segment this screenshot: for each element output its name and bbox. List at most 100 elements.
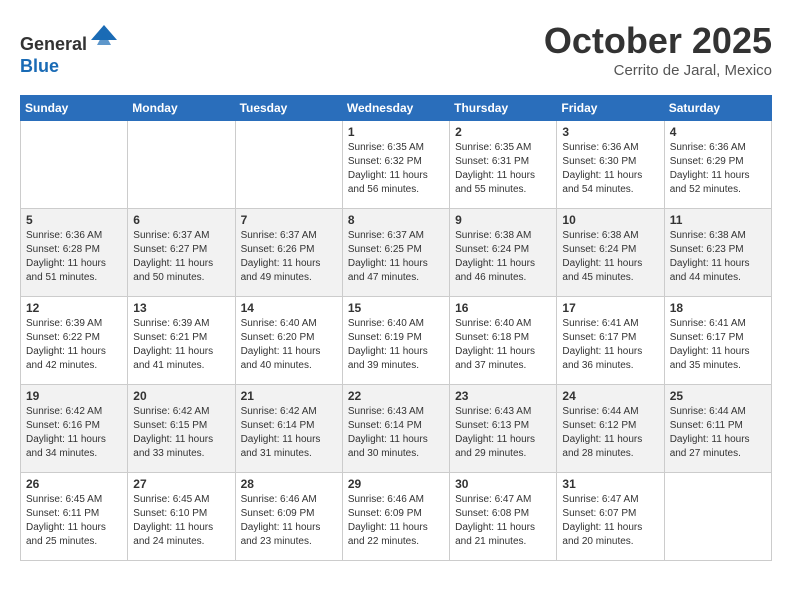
day-number: 31 [562,477,658,491]
weekday-header-row: SundayMondayTuesdayWednesdayThursdayFrid… [21,96,772,121]
day-cell: 12 Sunrise: 6:39 AMSunset: 6:22 PMDayligh… [21,297,128,385]
day-cell: 6 Sunrise: 6:37 AMSunset: 6:27 PMDaylight… [128,209,235,297]
week-row-3: 12 Sunrise: 6:39 AMSunset: 6:22 PMDayligh… [21,297,772,385]
day-cell: 16 Sunrise: 6:40 AMSunset: 6:18 PMDayligh… [450,297,557,385]
weekday-tuesday: Tuesday [235,96,342,121]
day-number: 19 [26,389,122,403]
weekday-friday: Friday [557,96,664,121]
day-number: 30 [455,477,551,491]
day-number: 27 [133,477,229,491]
day-number: 4 [670,125,766,139]
month-title: October 2025 [544,20,772,62]
day-info: Sunrise: 6:36 AMSunset: 6:29 PMDaylight:… [670,141,766,197]
day-cell [664,473,771,561]
day-info: Sunrise: 6:37 AMSunset: 6:26 PMDaylight:… [241,229,337,285]
logo-icon [89,20,119,50]
day-info: Sunrise: 6:38 AMSunset: 6:24 PMDaylight:… [562,229,658,285]
day-number: 26 [26,477,122,491]
day-cell: 17 Sunrise: 6:41 AMSunset: 6:17 PMDayligh… [557,297,664,385]
day-info: Sunrise: 6:44 AMSunset: 6:11 PMDaylight:… [670,405,766,461]
day-number: 12 [26,301,122,315]
logo-general: General [20,34,87,54]
day-cell: 3Sunrise: 6:36 AMSunset: 6:30 PMDaylight… [557,121,664,209]
day-cell: 9 Sunrise: 6:38 AMSunset: 6:24 PMDaylight… [450,209,557,297]
day-info: Sunrise: 6:45 AMSunset: 6:10 PMDaylight:… [133,493,229,549]
day-info: Sunrise: 6:41 AMSunset: 6:17 PMDaylight:… [562,317,658,373]
weekday-wednesday: Wednesday [342,96,449,121]
day-cell: 20Sunrise: 6:42 AMSunset: 6:15 PMDayligh… [128,385,235,473]
day-cell: 25 Sunrise: 6:44 AMSunset: 6:11 PMDayligh… [664,385,771,473]
day-number: 6 [133,213,229,227]
week-row-4: 19 Sunrise: 6:42 AMSunset: 6:16 PMDayligh… [21,385,772,473]
day-cell: 15 Sunrise: 6:40 AMSunset: 6:19 PMDayligh… [342,297,449,385]
day-number: 9 [455,213,551,227]
day-cell: 2 Sunrise: 6:35 AMSunset: 6:31 PMDaylight… [450,121,557,209]
day-number: 8 [348,213,444,227]
day-info: Sunrise: 6:39 AMSunset: 6:22 PMDaylight:… [26,317,122,373]
day-info: Sunrise: 6:40 AMSunset: 6:20 PMDaylight:… [241,317,337,373]
day-number: 2 [455,125,551,139]
day-info: Sunrise: 6:45 AMSunset: 6:11 PMDaylight:… [26,493,122,549]
day-cell: 26 Sunrise: 6:45 AMSunset: 6:11 PMDayligh… [21,473,128,561]
day-info: Sunrise: 6:39 AMSunset: 6:21 PMDaylight:… [133,317,229,373]
location: Cerrito de Jaral, Mexico [544,62,772,79]
day-number: 15 [348,301,444,315]
day-number: 3 [562,125,658,139]
day-number: 14 [241,301,337,315]
day-cell: 18 Sunrise: 6:41 AMSunset: 6:17 PMDayligh… [664,297,771,385]
day-number: 24 [562,389,658,403]
day-cell: 4 Sunrise: 6:36 AMSunset: 6:29 PMDaylight… [664,121,771,209]
day-cell: 11Sunrise: 6:38 AMSunset: 6:23 PMDayligh… [664,209,771,297]
day-cell: 30 Sunrise: 6:47 AMSunset: 6:08 PMDayligh… [450,473,557,561]
day-info: Sunrise: 6:35 AMSunset: 6:31 PMDaylight:… [455,141,551,197]
day-number: 28 [241,477,337,491]
day-cell: 19 Sunrise: 6:42 AMSunset: 6:16 PMDayligh… [21,385,128,473]
day-number: 7 [241,213,337,227]
day-info: Sunrise: 6:44 AMSunset: 6:12 PMDaylight:… [562,405,658,461]
day-number: 29 [348,477,444,491]
day-number: 17 [562,301,658,315]
calendar: SundayMondayTuesdayWednesdayThursdayFrid… [20,95,772,561]
day-info: Sunrise: 6:47 AMSunset: 6:07 PMDaylight:… [562,493,658,549]
day-number: 20 [133,389,229,403]
week-row-1: 1 Sunrise: 6:35 AMSunset: 6:32 PMDaylight… [21,121,772,209]
day-cell: 14 Sunrise: 6:40 AMSunset: 6:20 PMDayligh… [235,297,342,385]
day-info: Sunrise: 6:38 AMSunset: 6:23 PMDaylight:… [670,229,766,285]
day-info: Sunrise: 6:42 AMSunset: 6:16 PMDaylight:… [26,405,122,461]
day-cell: 13 Sunrise: 6:39 AMSunset: 6:21 PMDayligh… [128,297,235,385]
title-block: October 2025 Cerrito de Jaral, Mexico [544,20,772,79]
day-info: Sunrise: 6:40 AMSunset: 6:19 PMDaylight:… [348,317,444,373]
day-info: Sunrise: 6:43 AMSunset: 6:14 PMDaylight:… [348,405,444,461]
day-info: Sunrise: 6:41 AMSunset: 6:17 PMDaylight:… [670,317,766,373]
day-cell: 1 Sunrise: 6:35 AMSunset: 6:32 PMDaylight… [342,121,449,209]
day-cell: 31 Sunrise: 6:47 AMSunset: 6:07 PMDayligh… [557,473,664,561]
day-number: 1 [348,125,444,139]
day-number: 10 [562,213,658,227]
day-info: Sunrise: 6:38 AMSunset: 6:24 PMDaylight:… [455,229,551,285]
day-info: Sunrise: 6:36 AMSunset: 6:28 PMDaylight:… [26,229,122,285]
day-cell: 24 Sunrise: 6:44 AMSunset: 6:12 PMDayligh… [557,385,664,473]
day-number: 22 [348,389,444,403]
day-cell: 8Sunrise: 6:37 AMSunset: 6:25 PMDaylight… [342,209,449,297]
day-cell [128,121,235,209]
day-info: Sunrise: 6:37 AMSunset: 6:27 PMDaylight:… [133,229,229,285]
day-cell: 7 Sunrise: 6:37 AMSunset: 6:26 PMDaylight… [235,209,342,297]
day-number: 13 [133,301,229,315]
weekday-monday: Monday [128,96,235,121]
day-info: Sunrise: 6:35 AMSunset: 6:32 PMDaylight:… [348,141,444,197]
day-number: 25 [670,389,766,403]
day-info: Sunrise: 6:42 AMSunset: 6:14 PMDaylight:… [241,405,337,461]
day-info: Sunrise: 6:43 AMSunset: 6:13 PMDaylight:… [455,405,551,461]
day-cell [21,121,128,209]
day-number: 18 [670,301,766,315]
day-cell: 27 Sunrise: 6:45 AMSunset: 6:10 PMDayligh… [128,473,235,561]
day-number: 23 [455,389,551,403]
day-cell: 5Sunrise: 6:36 AMSunset: 6:28 PMDaylight… [21,209,128,297]
week-row-2: 5Sunrise: 6:36 AMSunset: 6:28 PMDaylight… [21,209,772,297]
day-info: Sunrise: 6:40 AMSunset: 6:18 PMDaylight:… [455,317,551,373]
week-row-5: 26 Sunrise: 6:45 AMSunset: 6:11 PMDayligh… [21,473,772,561]
weekday-sunday: Sunday [21,96,128,121]
day-info: Sunrise: 6:47 AMSunset: 6:08 PMDaylight:… [455,493,551,549]
day-number: 16 [455,301,551,315]
logo-blue: Blue [20,56,59,76]
